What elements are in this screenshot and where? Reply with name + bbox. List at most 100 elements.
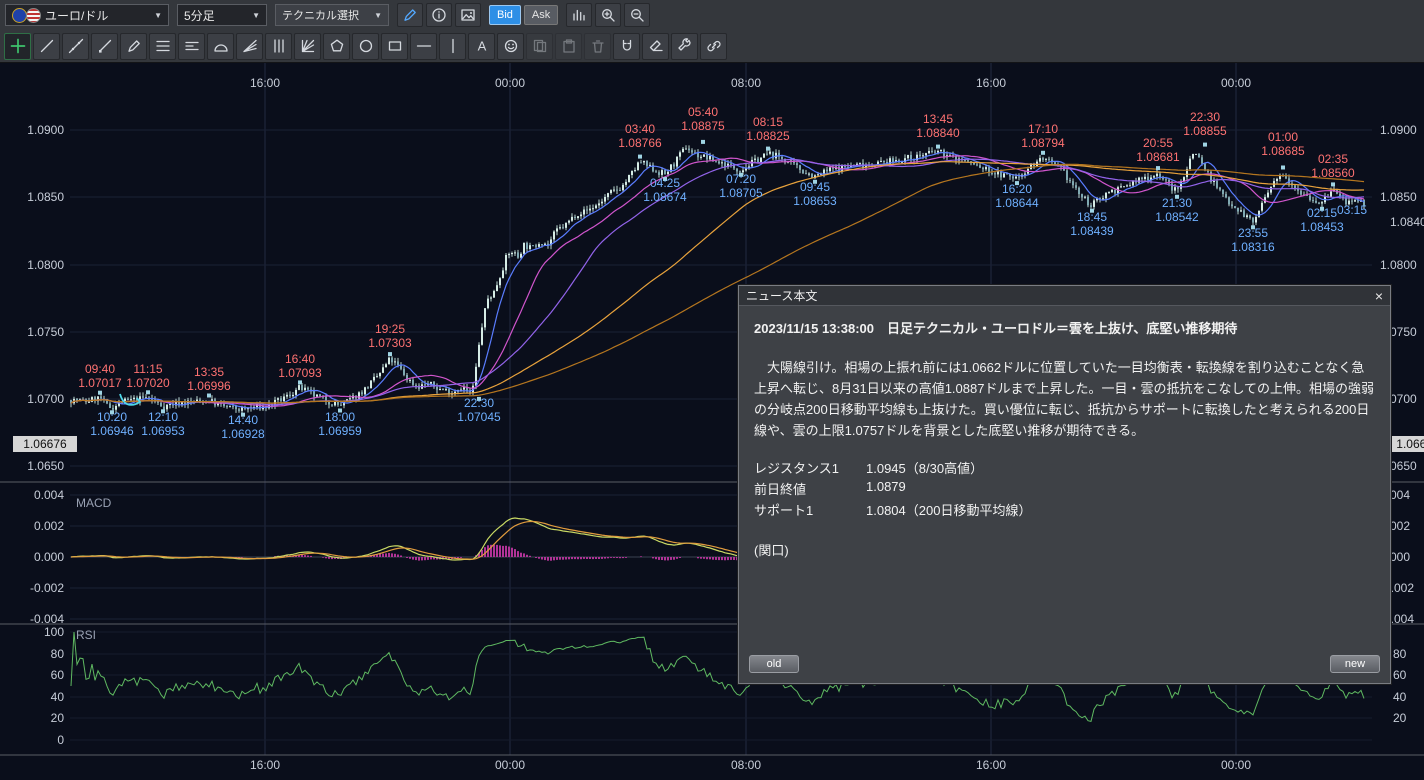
ellipse-tool-button[interactable]: [352, 33, 379, 60]
old-button[interactable]: old: [749, 655, 799, 673]
news-level-value: 1.0804（200日移動平均線）: [866, 499, 1031, 520]
eu-flag-icon: [12, 8, 27, 23]
info-button[interactable]: [426, 3, 452, 27]
timeframe-label: 5分足: [184, 7, 215, 24]
zoom-out-button[interactable]: [624, 3, 650, 27]
draw-pencil-icon: [402, 7, 418, 23]
icon-stamp-tool-button[interactable]: [497, 33, 524, 60]
fibonacci-fan-tool-icon: [242, 38, 258, 54]
settings-tool-icon: [677, 38, 693, 54]
text-tool-button[interactable]: A: [468, 33, 495, 60]
time-lines-tool-icon: [271, 38, 287, 54]
horizontal-line-tool-icon: [416, 38, 432, 54]
icon-stamp-tool-icon: [503, 38, 519, 54]
pair-label: ユーロ/ドル: [45, 7, 108, 24]
news-level-label: 前日終値: [754, 478, 866, 499]
news-levels-table: レジスタンス11.0945（8/30高値）前日終値1.0879サポート11.08…: [754, 457, 1031, 520]
us-flag-icon: [26, 8, 41, 23]
chart-style-button[interactable]: [566, 3, 592, 27]
fibonacci-arc-tool-icon: [213, 38, 229, 54]
chevron-down-icon: ▼: [154, 11, 162, 20]
fibonacci-arc-tool-button[interactable]: [207, 33, 234, 60]
detach-tool-button[interactable]: [700, 33, 727, 60]
ellipse-tool-icon: [358, 38, 374, 54]
close-icon[interactable]: ×: [1375, 289, 1383, 303]
copy-tool-icon: [532, 38, 548, 54]
current-price-badge-right: 1.06676: [1386, 436, 1424, 452]
main-toolbar: ユーロ/ドル ▼ 5分足 ▼ テクニカル選択 ▼ Bid Ask: [0, 0, 1424, 31]
technical-label: テクニカル選択: [282, 7, 359, 23]
zoom-out-icon: [629, 7, 645, 23]
settings-tool-button[interactable]: [671, 33, 698, 60]
horizontal-line-tool-button[interactable]: [410, 33, 437, 60]
polygon-tool-icon: [329, 38, 345, 54]
gann-fan-tool-icon: [300, 38, 316, 54]
news-level-label: サポート1: [754, 499, 866, 520]
chevron-down-icon: ▼: [252, 11, 260, 20]
chevron-down-icon: ▼: [374, 11, 382, 20]
chart-style-icon: [571, 7, 587, 23]
polygon-tool-button[interactable]: [323, 33, 350, 60]
vertical-line-tool-button[interactable]: [439, 33, 466, 60]
toolbar-icon-group-right: [566, 3, 650, 27]
bid-button[interactable]: Bid: [489, 5, 521, 25]
extended-line-tool-icon: [68, 38, 84, 54]
svg-text:A: A: [477, 39, 486, 54]
news-signature: (関口): [739, 520, 1390, 559]
delete-tool-icon: [590, 38, 606, 54]
pair-selector[interactable]: ユーロ/ドル ▼: [5, 4, 169, 26]
fibonacci-retracement-tool-button[interactable]: [149, 33, 176, 60]
drawing-toolbar: A: [0, 30, 1424, 63]
news-level-row: サポート11.0804（200日移動平均線）: [754, 499, 1031, 520]
crosshair-tool-icon: [10, 38, 26, 54]
snapshot-icon: [460, 7, 476, 23]
technical-selector[interactable]: テクニカル選択 ▼: [275, 4, 389, 26]
horizontal-levels-tool-button[interactable]: [178, 33, 205, 60]
news-body: 大陽線引け。相場の上振れ前には1.0662ドルに位置していた一目均衡表・転換線を…: [739, 337, 1390, 441]
news-level-row: レジスタンス11.0945（8/30高値）: [754, 457, 1031, 478]
trendline-tool-button[interactable]: [33, 33, 60, 60]
eraser-tool-icon: [648, 38, 664, 54]
zoom-in-icon: [600, 7, 616, 23]
ray-line-tool-icon: [97, 38, 113, 54]
ask-button[interactable]: Ask: [524, 5, 558, 25]
new-button[interactable]: new: [1330, 655, 1380, 673]
rectangle-tool-icon: [387, 38, 403, 54]
snapshot-button[interactable]: [455, 3, 481, 27]
freehand-tool-button[interactable]: [120, 33, 147, 60]
current-price-badge-left: 1.06676: [13, 436, 77, 452]
news-dialog: ニュース本文 × 2023/11/15 13:38:00 日足テクニカル・ユーロ…: [738, 285, 1391, 684]
magnet-tool-button[interactable]: [613, 33, 640, 60]
info-icon: [431, 7, 447, 23]
rsi-panel-title: RSI: [76, 628, 96, 642]
paste-tool-button[interactable]: [555, 33, 582, 60]
rectangle-tool-button[interactable]: [381, 33, 408, 60]
time-lines-tool-button[interactable]: [265, 33, 292, 60]
fibonacci-retracement-tool-icon: [155, 38, 171, 54]
paste-tool-icon: [561, 38, 577, 54]
draw-pencil-button[interactable]: [397, 3, 423, 27]
ray-line-tool-button[interactable]: [91, 33, 118, 60]
extended-line-tool-button[interactable]: [62, 33, 89, 60]
trendline-tool-icon: [39, 38, 55, 54]
horizontal-levels-tool-icon: [184, 38, 200, 54]
news-headline: 2023/11/15 13:38:00 日足テクニカル・ユーロドル＝雲を上抜け、…: [739, 306, 1390, 337]
news-level-value: 1.0945（8/30高値）: [866, 457, 1031, 478]
news-level-value: 1.0879: [866, 478, 1031, 499]
text-tool-icon: A: [474, 38, 490, 54]
timeframe-selector[interactable]: 5分足 ▼: [177, 4, 267, 26]
detach-tool-icon: [706, 38, 722, 54]
delete-tool-button[interactable]: [584, 33, 611, 60]
macd-panel-title: MACD: [76, 496, 111, 510]
news-dialog-title: ニュース本文: [746, 287, 817, 304]
news-level-label: レジスタンス1: [754, 457, 866, 478]
copy-tool-button[interactable]: [526, 33, 553, 60]
fibonacci-fan-tool-button[interactable]: [236, 33, 263, 60]
vertical-line-tool-icon: [445, 38, 461, 54]
crosshair-tool-button[interactable]: [4, 33, 31, 60]
zoom-in-button[interactable]: [595, 3, 621, 27]
magnet-tool-icon: [619, 38, 635, 54]
gann-fan-tool-button[interactable]: [294, 33, 321, 60]
eraser-tool-button[interactable]: [642, 33, 669, 60]
app-root: 1.09001.08501.08001.07501.07001.06501.09…: [0, 0, 1424, 780]
